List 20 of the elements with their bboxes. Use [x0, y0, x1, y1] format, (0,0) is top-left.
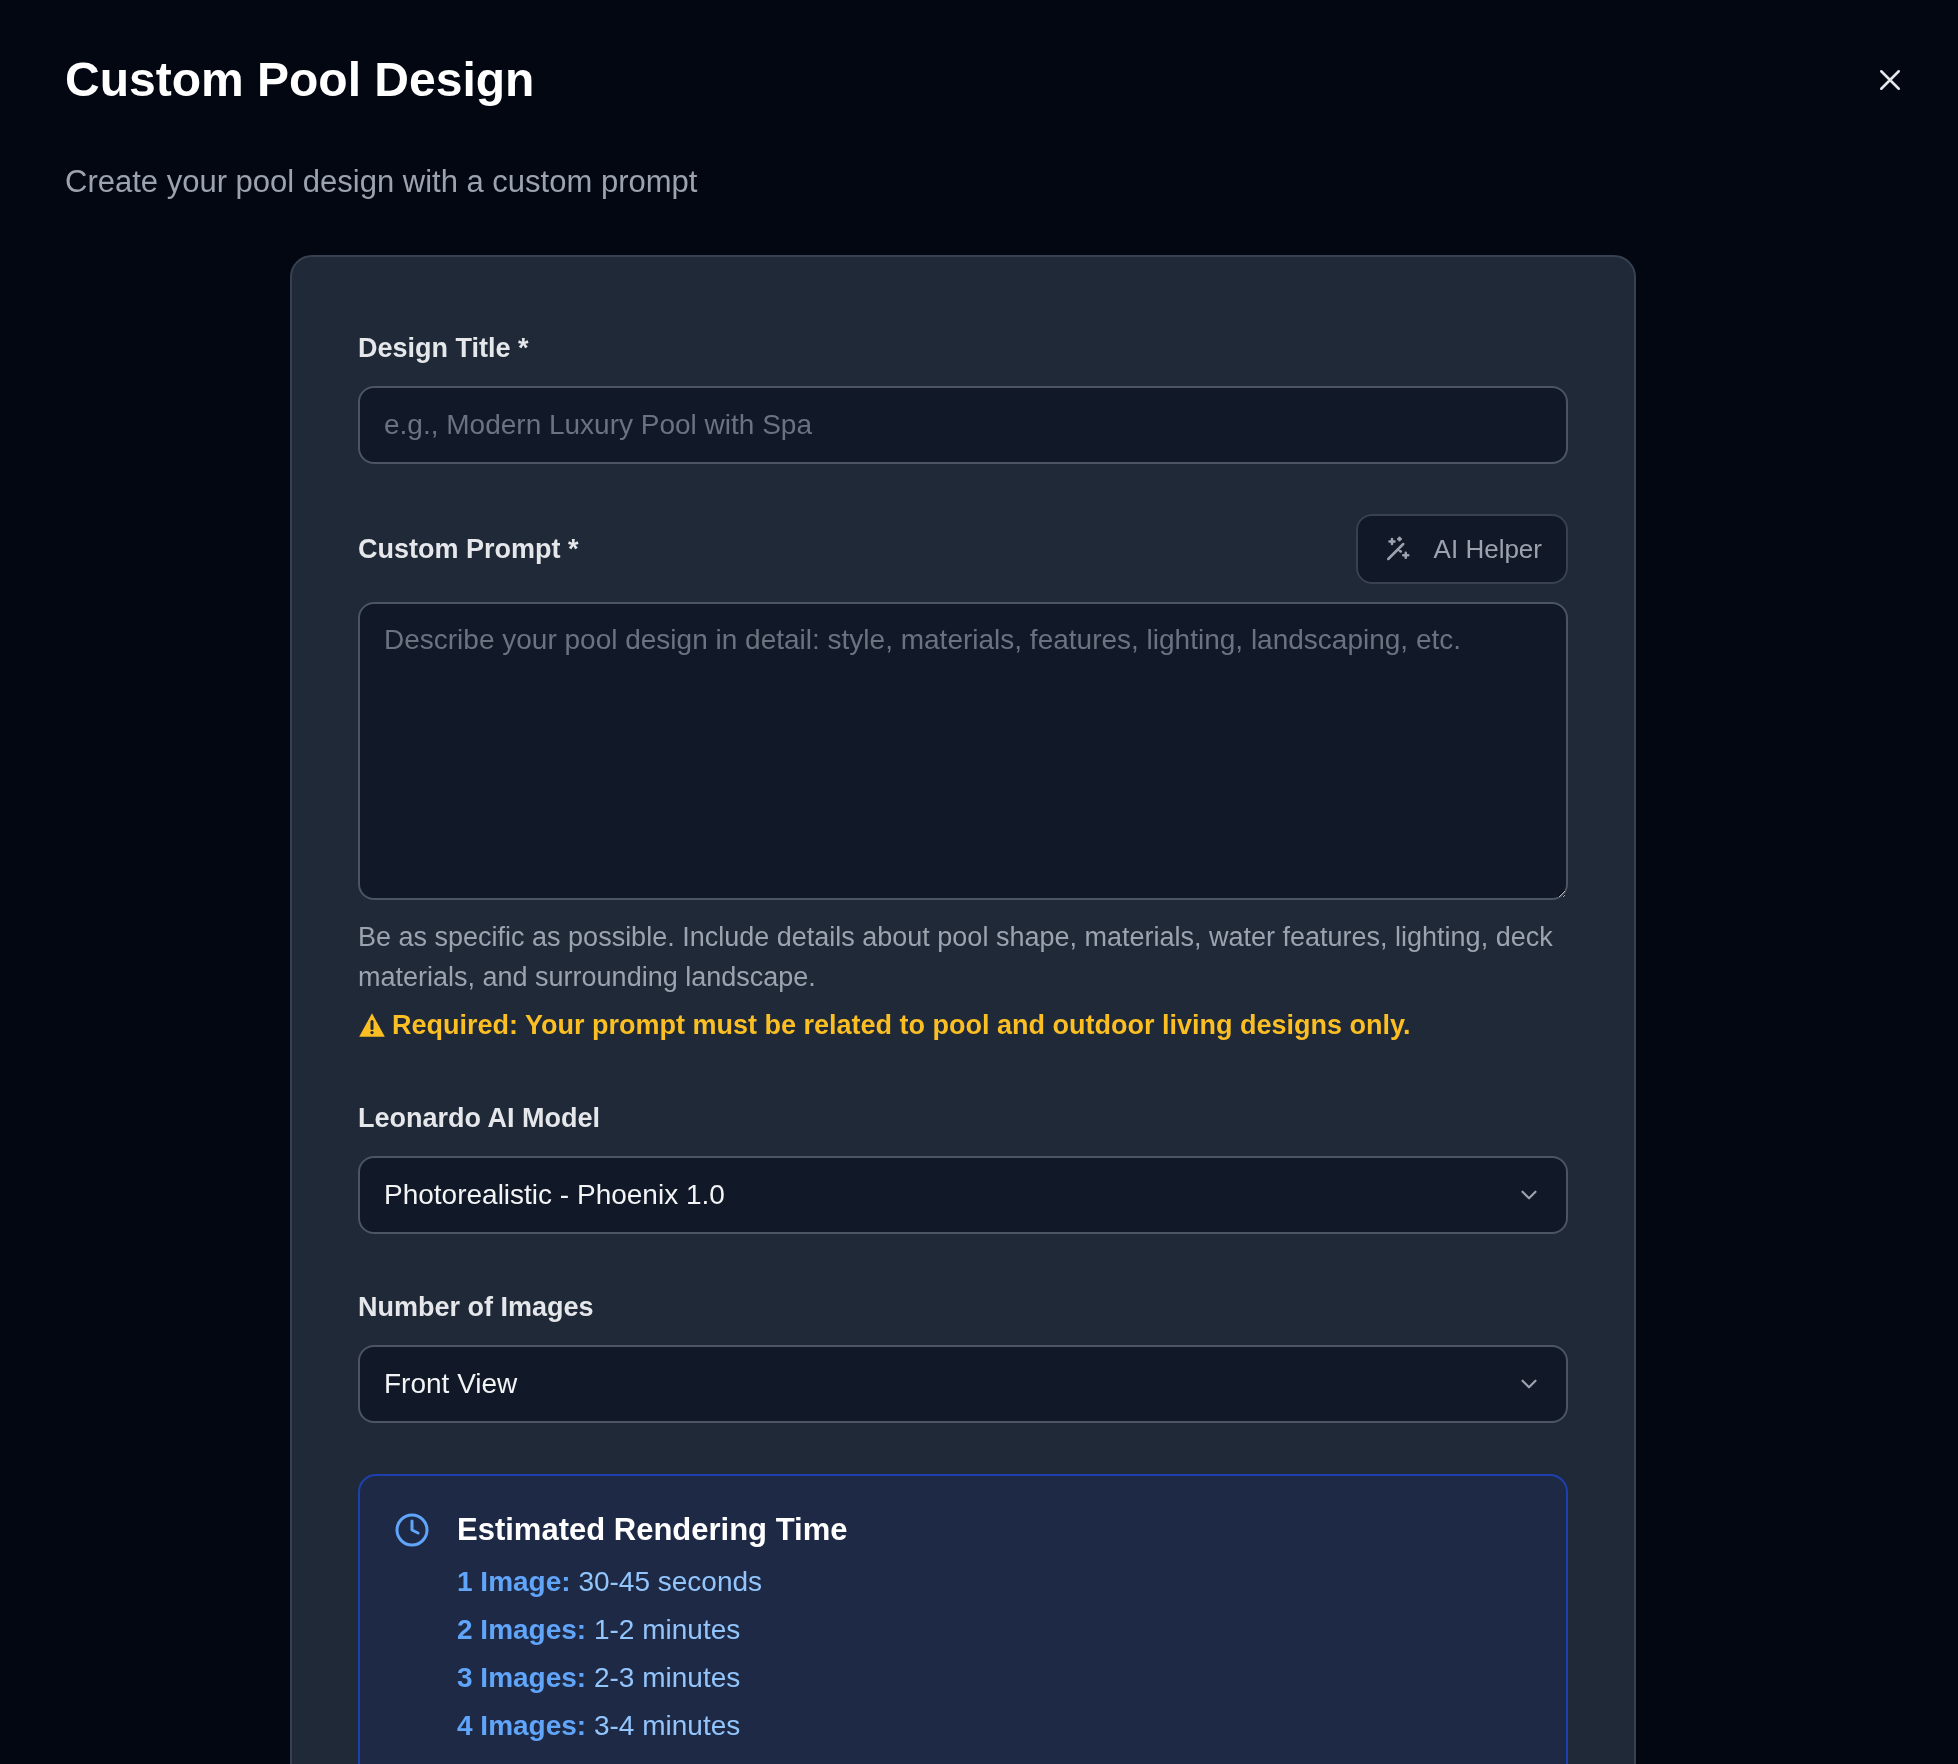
estimate-text: 3 Images: 2-3 minutes — [457, 1661, 742, 1695]
dropdown-select[interactable]: Photorealistic - Phoenix 1.0 — [358, 1156, 1568, 1234]
field-label: Custom Prompt * — [358, 533, 579, 566]
dialog-subtitle: Create your pool design with a custom prompt — [65, 163, 699, 201]
dialog-title: Custom Pool Design — [65, 52, 535, 108]
info-title: Estimated Rendering Time — [457, 1511, 848, 1549]
field-label: Leonardo AI Model — [358, 1102, 601, 1135]
estimate-text: 1 Image: 30-45 seconds — [457, 1565, 764, 1599]
title-input-field[interactable]: e.g., Modern Luxury Pool with Spa — [358, 386, 1568, 464]
estimate-text: 4 Images: 3-4 minutes — [457, 1709, 742, 1743]
prompt-text-area[interactable]: Describe your pool design in detail: style, materials, features, lighting, landscaping, etc. — [358, 602, 1568, 900]
estimate-text: 2 Images: 1-2 minutes — [457, 1613, 742, 1647]
field-label: Design Title * — [358, 332, 530, 365]
clock-icon — [394, 1512, 430, 1548]
warning-text: Required: Your prompt must be related to pool and outdoor living designs only. — [392, 1009, 1411, 1042]
field-label: Number of Images — [358, 1291, 595, 1324]
dropdown-select[interactable]: Front View — [358, 1345, 1568, 1423]
hint-text: Be as specific as possible. Include details about pool shape, materials, water features, lighting, deck materials, and surrounding landscape. — [358, 921, 1554, 994]
ai-helper-button[interactable]: AI Helper — [1355, 514, 1568, 584]
warning-icon — [358, 1011, 386, 1039]
